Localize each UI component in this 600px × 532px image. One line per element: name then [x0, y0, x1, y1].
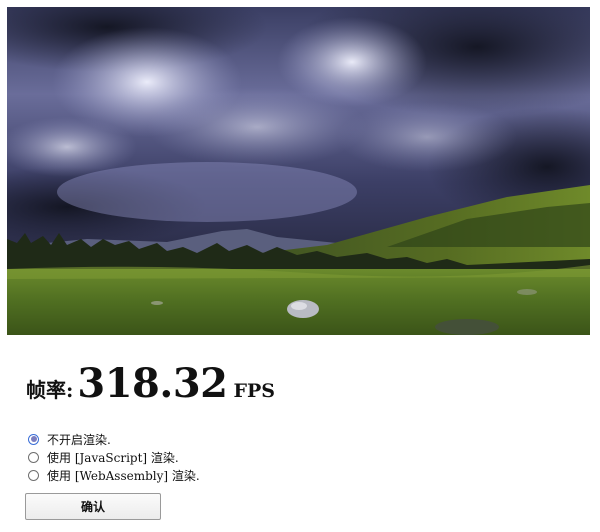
- fps-label: 帧率:: [26, 378, 74, 402]
- render-option-none[interactable]: 不开启渲染.: [28, 430, 200, 448]
- page: 帧率: 318.32 FPS 不开启渲染. 使用 [JavaScript] 渲染…: [0, 0, 600, 532]
- radio-webassembly[interactable]: [28, 469, 39, 481]
- video-canvas: [7, 7, 590, 335]
- fps-unit: FPS: [233, 380, 275, 402]
- confirm-button[interactable]: 确认: [25, 493, 161, 520]
- radio-none[interactable]: [28, 433, 39, 445]
- fps-readout: 帧率: 318.32 FPS: [26, 360, 275, 407]
- render-option-label: 不开启渲染.: [47, 432, 111, 447]
- fps-value: 318.32: [77, 360, 228, 407]
- render-option-label: 使用 [WebAssembly] 渲染.: [47, 468, 200, 483]
- render-option-webassembly[interactable]: 使用 [WebAssembly] 渲染.: [28, 466, 200, 484]
- landscape-image: [7, 7, 590, 335]
- radio-javascript[interactable]: [28, 451, 39, 463]
- render-mode-group: 不开启渲染. 使用 [JavaScript] 渲染. 使用 [WebAssemb…: [28, 430, 200, 484]
- render-option-javascript[interactable]: 使用 [JavaScript] 渲染.: [28, 448, 200, 466]
- render-option-label: 使用 [JavaScript] 渲染.: [47, 450, 179, 465]
